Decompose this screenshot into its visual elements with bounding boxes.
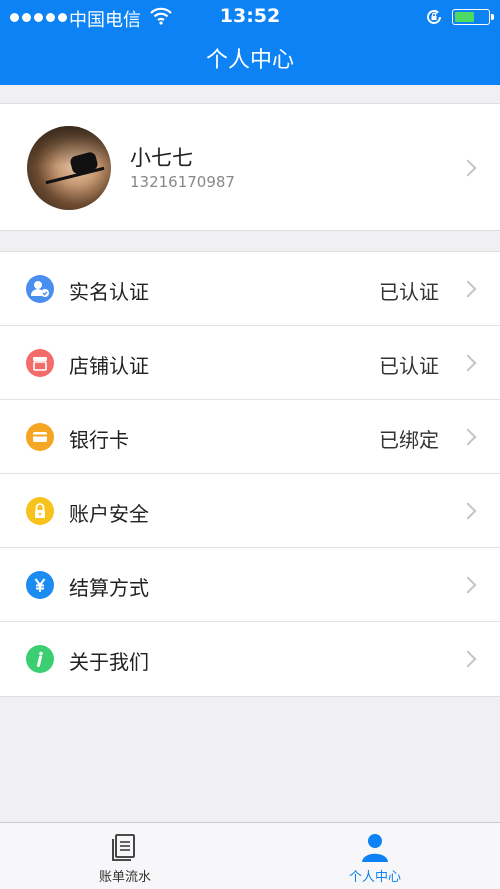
person-icon	[362, 834, 388, 862]
user-name: 小七七	[130, 146, 193, 170]
battery-level	[455, 12, 475, 22]
menu-item-account-security[interactable]: 账户安全	[0, 474, 500, 548]
menu-item-status: 已绑定	[379, 428, 439, 452]
menu-item-status: 已认证	[379, 280, 439, 304]
user-phone: 13216170987	[130, 173, 235, 191]
chevron-right-icon	[459, 576, 477, 594]
yen-icon	[26, 571, 54, 599]
page-title: 个人中心	[205, 48, 294, 73]
menu-item-store-verification[interactable]: 店铺认证 已认证	[0, 326, 500, 400]
menu-item-label: 账户安全	[69, 502, 149, 526]
rotation-lock-icon	[427, 9, 441, 24]
bank-card-icon	[26, 423, 54, 451]
top-bar: 中国电信 13:52 个人中心	[0, 0, 500, 85]
avatar[interactable]	[27, 126, 111, 210]
lock-icon	[26, 497, 54, 525]
menu-item-label: 店铺认证	[69, 354, 149, 378]
tab-label: 账单流水	[98, 870, 151, 885]
menu-item-bank-card[interactable]: 银行卡 已绑定	[0, 400, 500, 474]
menu-item-real-name-verification[interactable]: 实名认证 已认证	[0, 252, 500, 326]
bill-list-icon	[112, 834, 135, 861]
menu-item-settlement-method[interactable]: 结算方式	[0, 548, 500, 622]
tab-label: 个人中心	[348, 870, 401, 885]
profile-card[interactable]: 小七七 13216170987	[0, 103, 500, 231]
tab-bill-list[interactable]: 账单流水	[0, 823, 250, 889]
menu-item-status: 已认证	[379, 354, 439, 378]
id-verify-icon	[26, 275, 54, 303]
tab-bar: 账单流水 个人中心	[0, 822, 500, 889]
info-icon	[26, 645, 54, 673]
settings-menu: 实名认证 已认证 店铺认证 已认证 银行卡 已绑定 账户安全 结算方式 关于我们	[0, 251, 500, 697]
chevron-right-icon	[459, 354, 477, 372]
status-bar: 中国电信 13:52	[0, 0, 500, 34]
menu-item-about-us[interactable]: 关于我们	[0, 622, 500, 696]
chevron-right-icon	[459, 280, 477, 298]
battery-icon	[452, 9, 494, 25]
chevron-right-icon	[459, 502, 477, 520]
menu-item-label: 银行卡	[69, 428, 129, 452]
chevron-right-icon	[459, 650, 477, 668]
chevron-right-icon	[459, 159, 477, 177]
tab-personal-center[interactable]: 个人中心	[250, 823, 500, 889]
chevron-right-icon	[459, 428, 477, 446]
menu-item-label: 结算方式	[69, 576, 149, 600]
store-icon	[26, 349, 54, 377]
menu-item-label: 关于我们	[69, 650, 149, 674]
menu-item-label: 实名认证	[69, 280, 149, 304]
